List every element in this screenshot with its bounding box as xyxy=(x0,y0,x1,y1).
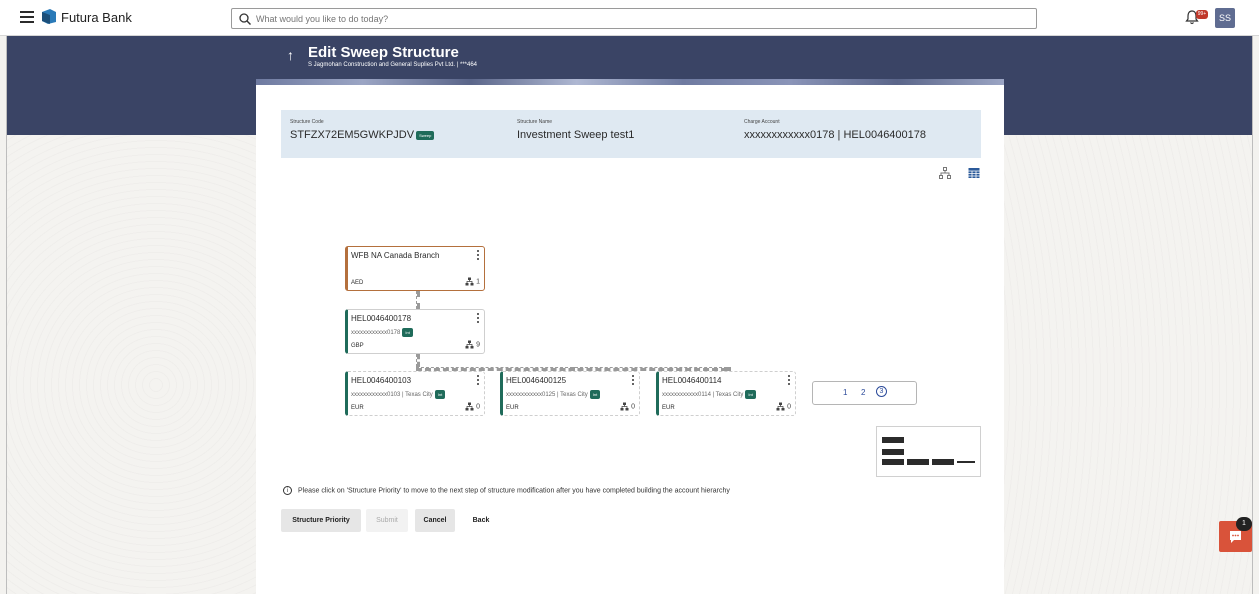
node-title: HEL0046400178 xyxy=(351,314,412,323)
structure-name-label: Structure Name xyxy=(517,119,553,125)
hierarchy-count: 1 xyxy=(465,277,480,286)
kebab-menu-icon[interactable] xyxy=(476,250,480,262)
hierarchy-count-icon xyxy=(776,402,785,411)
masked-account: xxxxxxxxxxxx0178 xyxy=(351,330,401,337)
notification-badge: 99+ xyxy=(1196,10,1208,19)
connector-parent-down xyxy=(416,354,420,367)
submit-button[interactable]: Submit xyxy=(366,509,408,532)
kebab-menu-icon[interactable] xyxy=(787,375,791,387)
child-count: 0 xyxy=(631,403,635,411)
tree-node-child[interactable]: HEL0046400125 xxxxxxxxxxxx0125 | Texas C… xyxy=(500,371,640,416)
int-badge: Int xyxy=(589,390,601,399)
minimap-block-child xyxy=(882,459,904,465)
minimap-block-root xyxy=(882,437,904,443)
account-detail: xxxxxxxxxxxx0125 | Texas City xyxy=(506,392,588,399)
minimap-block-parent xyxy=(882,449,904,455)
hierarchy-count-icon xyxy=(465,340,474,349)
account-detail: xxxxxxxxxxxx0103 | Texas City xyxy=(351,392,433,399)
minimap-block-pager xyxy=(957,461,975,463)
page-title: Edit Sweep Structure xyxy=(308,44,459,61)
node-currency: EUR xyxy=(662,405,675,411)
tree-node-parent[interactable]: HEL0046400178 xxxxxxxxxxxx0178 Int GBP 9 xyxy=(345,309,485,354)
node-detail: xxxxxxxxxxxx0178 Int xyxy=(351,328,413,337)
chat-badge: 1 xyxy=(1236,517,1252,531)
child-count: 1 xyxy=(476,278,480,286)
child-count: 0 xyxy=(787,403,791,411)
structure-name-value: Investment Sweep test1 xyxy=(517,129,635,141)
structure-info-bar: Structure Code STFZX72EM5GWKPJDV Sweep St… xyxy=(281,110,981,158)
hierarchy-count-icon xyxy=(620,402,629,411)
structure-code-value: STFZX72EM5GWKPJDV Sweep xyxy=(290,129,435,141)
search-icon xyxy=(239,13,251,25)
node-currency: EUR xyxy=(506,405,519,411)
back-button[interactable]: Back xyxy=(461,509,501,532)
node-currency: GBP xyxy=(351,343,364,349)
tree-node-root[interactable]: WFB NA Canada Branch AED 1 xyxy=(345,246,485,291)
page-1-link[interactable]: 1 xyxy=(843,388,847,397)
main-card: Structure Code STFZX72EM5GWKPJDV Sweep St… xyxy=(256,85,1004,594)
charge-account-value: xxxxxxxxxxxx0178 | HEL0046400178 xyxy=(744,129,927,141)
kebab-menu-icon[interactable] xyxy=(631,375,635,387)
hierarchy-count: 0 xyxy=(776,402,791,411)
int-badge: Int xyxy=(402,328,413,337)
brand-name[interactable]: Futura Bank xyxy=(61,10,132,25)
node-title: HEL0046400114 xyxy=(662,376,722,385)
page-subtitle: S Jagmohan Construction and General Supl… xyxy=(308,62,477,68)
table-view-icon[interactable] xyxy=(968,167,980,179)
node-detail: xxxxxxxxxxxx0125 | Texas City Int xyxy=(506,390,601,399)
top-bar: Futura Bank 99+ SS xyxy=(0,0,1259,36)
charge-account-label: Charge Account xyxy=(744,119,780,125)
node-title: HEL0046400103 xyxy=(351,376,412,385)
charge-account-field: Charge Account xxxxxxxxxxxx0178 | HEL004… xyxy=(744,119,926,141)
node-currency: AED xyxy=(351,280,364,286)
int-badge: Int xyxy=(745,390,756,399)
kebab-menu-icon[interactable] xyxy=(476,375,480,387)
node-currency: EUR xyxy=(351,405,364,411)
hamburger-icon[interactable] xyxy=(20,11,34,23)
structure-code-field: Structure Code STFZX72EM5GWKPJDV Sweep xyxy=(290,119,435,141)
info-note: i Please click on 'Structure Priority' to… xyxy=(283,486,730,495)
info-note-text: Please click on 'Structure Priority' to … xyxy=(298,487,730,495)
tree-node-child[interactable]: HEL0046400114 xxxxxxxxxxxx0114 | Texas C… xyxy=(656,371,796,416)
hierarchy-count: 0 xyxy=(465,402,480,411)
int-badge: Int xyxy=(434,390,446,399)
back-arrow-icon[interactable]: ↑ xyxy=(287,47,294,63)
node-detail: xxxxxxxxxxxx0103 | Texas City Int xyxy=(351,390,446,399)
node-detail: xxxxxxxxxxxx0114 | Texas City Int xyxy=(662,390,756,399)
structure-code-label: Structure Code xyxy=(290,119,324,125)
search-input[interactable] xyxy=(256,11,1026,27)
info-icon: i xyxy=(283,486,292,495)
hierarchy-count-icon xyxy=(465,277,474,286)
frame-left-border xyxy=(6,36,7,594)
structure-priority-button[interactable]: Structure Priority xyxy=(281,509,361,532)
page-3-link[interactable]: 3 xyxy=(876,386,887,397)
hierarchy-count: 0 xyxy=(620,402,635,411)
node-title: WFB NA Canada Branch xyxy=(351,251,440,260)
hierarchy-count: 9 xyxy=(465,340,480,349)
child-count: 9 xyxy=(476,341,480,349)
frame-right-border xyxy=(1252,36,1253,594)
tree-minimap[interactable] xyxy=(876,426,981,477)
hierarchy-view-icon[interactable] xyxy=(939,167,951,179)
search-box[interactable] xyxy=(231,8,1037,29)
structure-code-text: STFZX72EM5GWKPJDV xyxy=(290,129,415,141)
page-2-link[interactable]: 2 xyxy=(861,388,865,397)
account-detail: xxxxxxxxxxxx0114 | Texas City xyxy=(662,392,744,399)
node-pager: 1 2 3 xyxy=(812,381,917,405)
connector-root-parent xyxy=(416,291,420,309)
child-count: 0 xyxy=(476,403,480,411)
structure-name-field: Structure Name Investment Sweep test1 xyxy=(517,119,634,141)
kebab-menu-icon[interactable] xyxy=(476,313,480,325)
sweep-badge: Sweep xyxy=(416,130,435,140)
tree-node-child[interactable]: HEL0046400103 xxxxxxxxxxxx0103 | Texas C… xyxy=(345,371,485,416)
bank-logo-icon xyxy=(42,9,56,24)
node-title: HEL0046400125 xyxy=(506,376,567,385)
avatar[interactable]: SS xyxy=(1215,8,1235,28)
hierarchy-count-icon xyxy=(465,402,474,411)
minimap-block-child xyxy=(907,459,929,465)
cancel-button[interactable]: Cancel xyxy=(415,509,455,532)
minimap-block-child xyxy=(932,459,954,465)
